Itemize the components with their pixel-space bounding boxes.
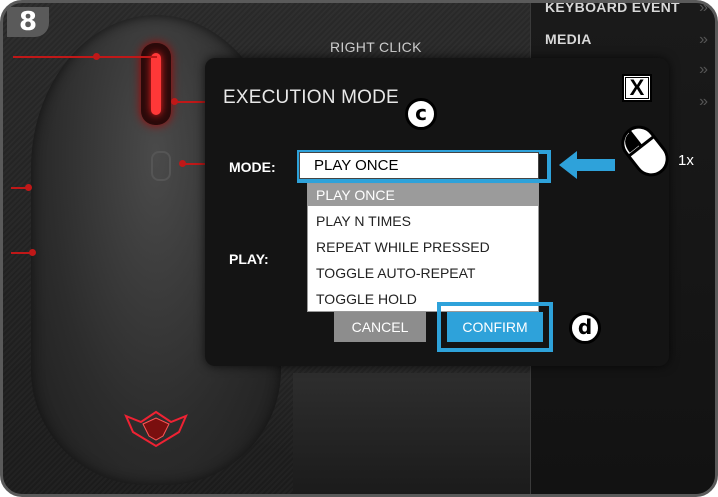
annotation-label-c: c (405, 98, 437, 130)
arrow-left-icon (559, 151, 615, 179)
callout-line (13, 56, 97, 58)
callout-line (11, 187, 27, 189)
chevron-right-icon: » (699, 93, 708, 110)
callout-line (183, 163, 205, 165)
play-label: PLAY: (229, 251, 269, 267)
background-floor (293, 373, 530, 494)
option-repeat-while-pressed[interactable]: REPEAT WHILE PRESSED (308, 234, 538, 260)
menu-item-media[interactable]: MEDIA (545, 31, 592, 47)
option-play-n-times[interactable]: PLAY N TIMES (308, 208, 538, 234)
callout-line (175, 101, 205, 103)
callout-line (11, 252, 31, 254)
mode-label: MODE: (229, 159, 276, 175)
step-badge: 8 (7, 7, 49, 37)
chevron-right-icon: » (699, 61, 708, 78)
execution-mode-dialog: EXECUTION MODE X MODE: PLAY: PLAY ONCE P… (205, 58, 669, 366)
menu-item-keyboard-event[interactable]: KEYBOARD EVENT (545, 3, 680, 15)
dialog-title: EXECUTION MODE (223, 87, 399, 108)
confirm-highlight (437, 302, 553, 352)
chevron-right-icon: » (699, 31, 708, 48)
dpi-button (151, 151, 171, 181)
left-click-mouse-icon (621, 125, 669, 177)
option-play-once[interactable]: PLAY ONCE (308, 184, 538, 206)
cancel-button[interactable]: CANCEL (334, 312, 426, 342)
mode-select[interactable]: PLAY ONCE (299, 152, 539, 179)
mode-dropdown-list: PLAY ONCE PLAY N TIMES REPEAT WHILE PRES… (307, 183, 539, 312)
screenshot-frame: KEYBOARD EVENT » MEDIA » » » RIGHT CLICK… (0, 0, 718, 497)
option-toggle-auto-repeat[interactable]: TOGGLE AUTO-REPEAT (308, 260, 538, 286)
trust-gxt-logo (124, 410, 188, 448)
right-click-label: RIGHT CLICK (330, 39, 422, 55)
callout-line (97, 56, 157, 58)
close-button[interactable]: X (622, 74, 652, 102)
chevron-right-icon: » (699, 0, 708, 16)
click-count: 1x (678, 152, 694, 169)
annotation-label-d: d (569, 312, 601, 344)
scroll-wheel-glow (151, 53, 161, 115)
